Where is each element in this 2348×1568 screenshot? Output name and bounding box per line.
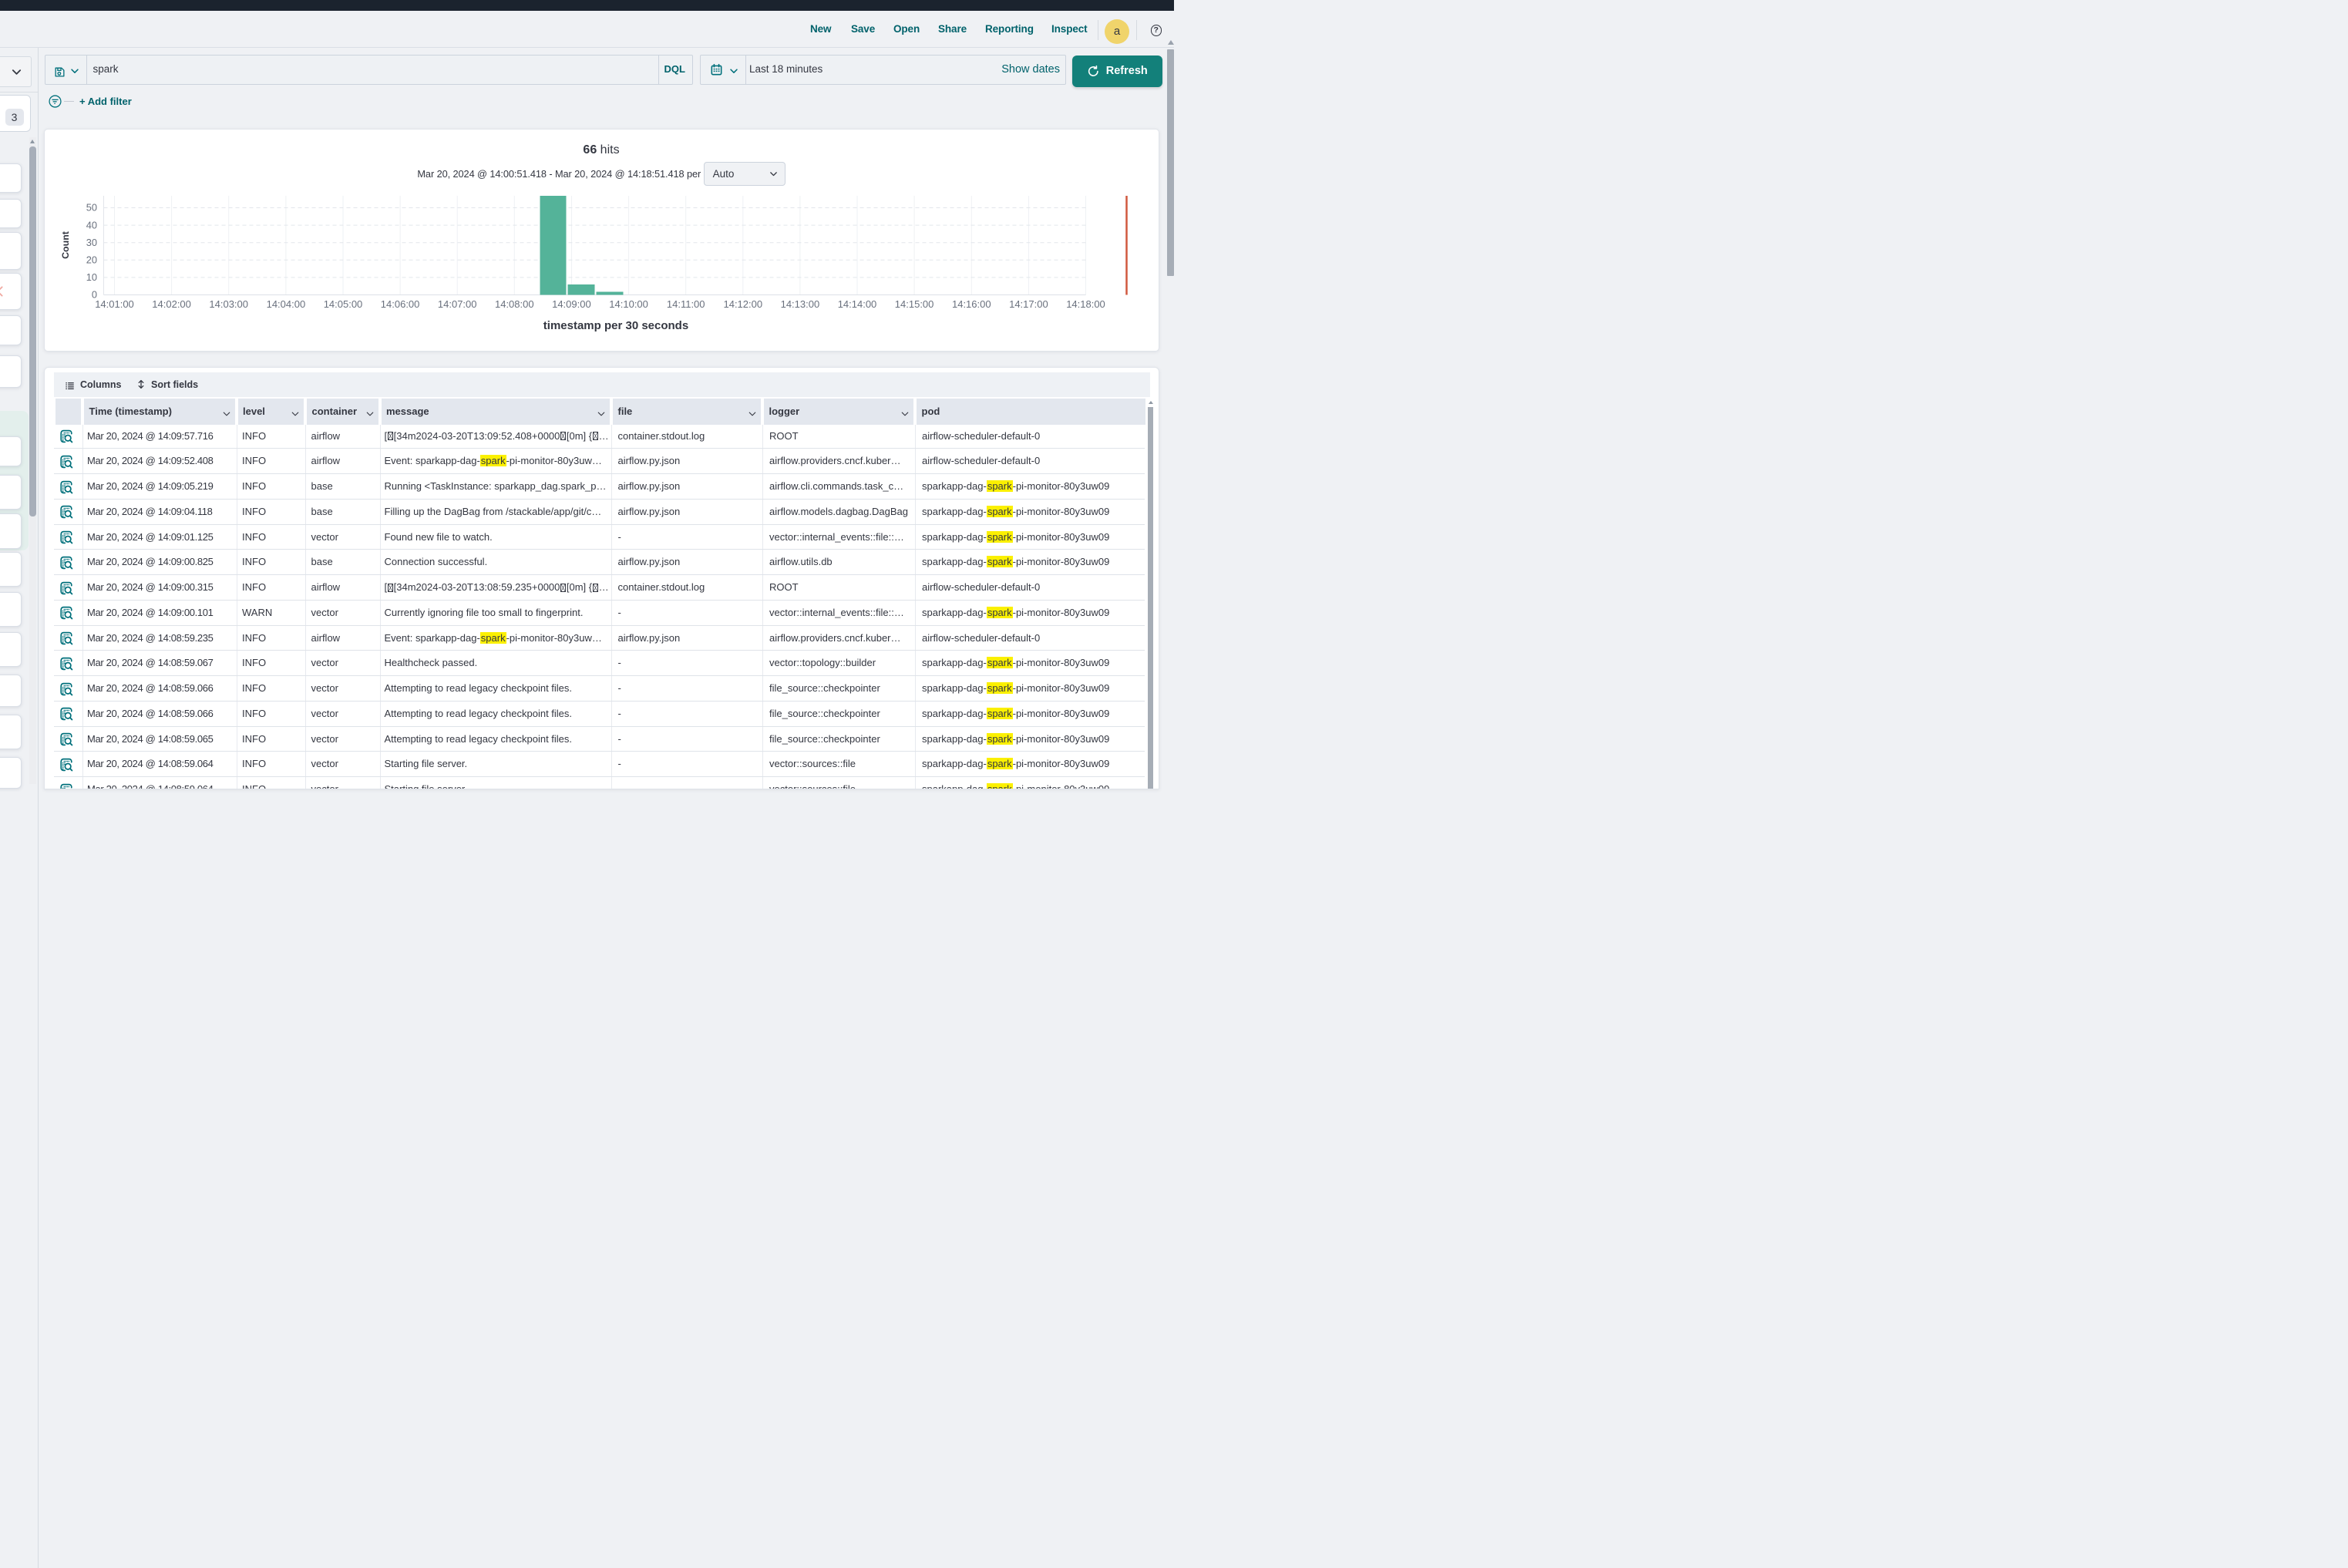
svg-text:14:14:00: 14:14:00	[837, 298, 876, 310]
svg-text:14:07:00: 14:07:00	[437, 298, 476, 310]
svg-text:40: 40	[86, 219, 96, 230]
svg-text:14:05:00: 14:05:00	[323, 298, 362, 310]
svg-text:10: 10	[86, 271, 96, 283]
svg-text:14:10:00: 14:10:00	[609, 298, 648, 310]
svg-text:14:02:00: 14:02:00	[152, 298, 191, 310]
svg-text:14:15:00: 14:15:00	[894, 298, 933, 310]
svg-text:Count: Count	[60, 231, 71, 259]
svg-text:14:17:00: 14:17:00	[1009, 298, 1048, 310]
svg-text:14:16:00: 14:16:00	[951, 298, 991, 310]
svg-text:0: 0	[91, 289, 96, 301]
svg-text:30: 30	[86, 237, 96, 248]
svg-text:14:18:00: 14:18:00	[1066, 298, 1105, 310]
svg-text:20: 20	[86, 254, 96, 266]
svg-text:14:11:00: 14:11:00	[666, 298, 705, 310]
svg-text:14:04:00: 14:04:00	[266, 298, 305, 310]
svg-text:14:01:00: 14:01:00	[95, 298, 134, 310]
svg-text:14:12:00: 14:12:00	[723, 298, 762, 310]
svg-text:14:08:00: 14:08:00	[494, 298, 533, 310]
svg-text:14:13:00: 14:13:00	[780, 298, 819, 310]
svg-text:14:06:00: 14:06:00	[380, 298, 419, 310]
svg-text:14:09:00: 14:09:00	[552, 298, 591, 310]
svg-text:14:03:00: 14:03:00	[209, 298, 248, 310]
svg-text:50: 50	[86, 202, 96, 214]
